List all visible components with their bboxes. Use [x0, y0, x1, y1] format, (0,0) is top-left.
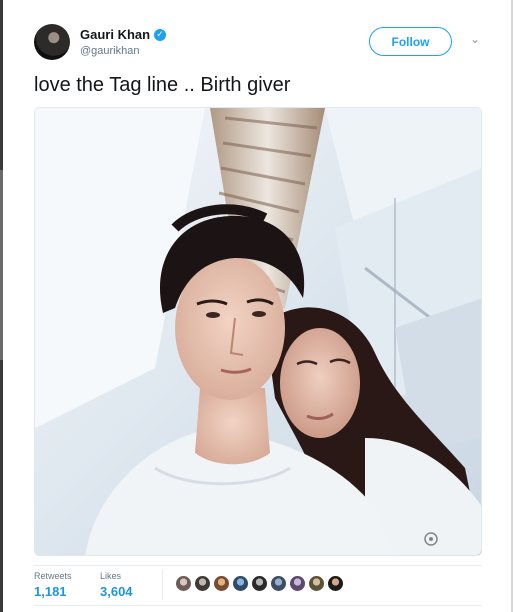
- likers-avatars: [175, 575, 344, 592]
- author-display-name[interactable]: Gauri Khan: [80, 27, 150, 42]
- liker-avatar[interactable]: [232, 575, 249, 592]
- verified-badge-icon: ✓: [154, 28, 167, 41]
- tweet-header: Gauri Khan ✓ @gaurikhan Follow ⌄: [34, 22, 494, 64]
- liker-avatar[interactable]: [251, 575, 268, 592]
- liker-avatar[interactable]: [308, 575, 325, 592]
- author-handle[interactable]: @gaurikhan: [80, 45, 139, 57]
- likes-count[interactable]: 3,604: [100, 584, 133, 599]
- author-avatar[interactable]: [34, 24, 70, 60]
- liker-avatar[interactable]: [194, 575, 211, 592]
- retweets-stat[interactable]: Retweets 1,181: [34, 571, 72, 599]
- photo-image: [35, 108, 481, 555]
- chevron-down-icon[interactable]: ⌄: [468, 32, 482, 46]
- liker-avatar[interactable]: [213, 575, 230, 592]
- stats-vertical-divider: [162, 570, 163, 600]
- likes-stat[interactable]: Likes 3,604: [100, 571, 133, 599]
- retweets-label: Retweets: [34, 571, 72, 581]
- stats-divider-bottom: [34, 605, 482, 606]
- likes-label: Likes: [100, 571, 122, 581]
- liker-avatar[interactable]: [175, 575, 192, 592]
- window-left-edge: [0, 0, 3, 612]
- liker-avatar[interactable]: [327, 575, 344, 592]
- retweets-count[interactable]: 1,181: [34, 584, 72, 599]
- follow-button[interactable]: Follow: [369, 27, 452, 56]
- tweet-text: love the Tag line .. Birth giver: [34, 74, 291, 96]
- liker-avatar[interactable]: [270, 575, 287, 592]
- stats-divider-top: [34, 565, 482, 566]
- author-name-row[interactable]: Gauri Khan ✓: [80, 27, 167, 42]
- tweet-photo[interactable]: [34, 107, 482, 556]
- liker-avatar[interactable]: [289, 575, 306, 592]
